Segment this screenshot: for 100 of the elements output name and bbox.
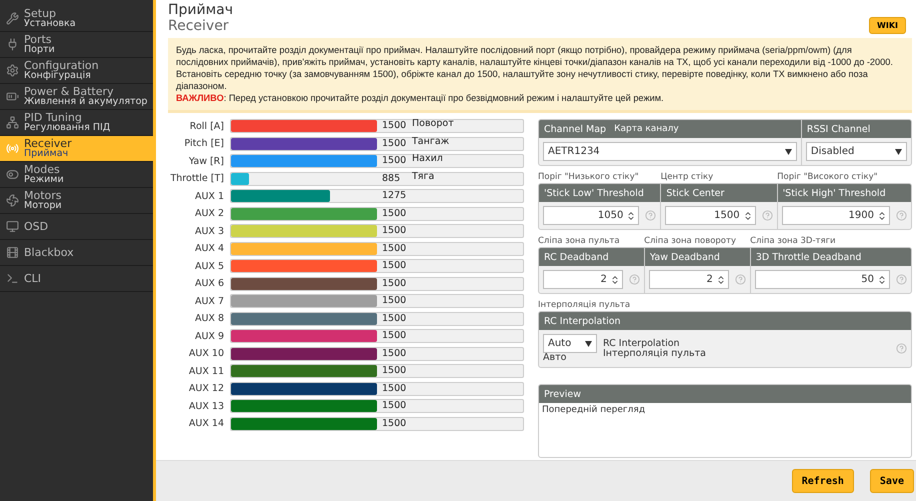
channel-value: 1500 [382,208,406,220]
channel-name: AUX 1 [194,190,224,202]
channel-name: AUX 3 [194,226,224,236]
channel-name: AUX 4 [194,243,224,254]
radio-icon [6,142,19,155]
column-header: RC Interpolation [539,312,911,330]
field-caption: Сліпа зона пульта [538,236,620,246]
column-header: RSSI Channel [802,120,911,138]
option-note: Інтерполяція пульта [603,348,707,358]
footer-button[interactable]: Save [870,469,914,493]
select-note: Авто [543,353,568,363]
interpolation-select[interactable]: Auto [543,334,597,353]
sidebar-item[interactable]: Power & Battery Живлення й акумулятор [0,84,153,110]
number-field[interactable]: 50 [754,270,890,289]
spinner-icon[interactable] [626,210,636,220]
field-caption: Поріг "Низького стіку" [538,172,639,182]
column-header: 3D Throttle Deadband [750,248,911,266]
channel-name: AUX 12 [188,383,224,394]
number-field[interactable]: 2 [543,270,623,289]
field-caption: Інтерполяція пульта [538,300,630,310]
number-field[interactable]: 1500 [665,206,756,225]
channel-name: AUX 5 [194,260,224,272]
monitor-icon [6,220,19,233]
spinner-icon[interactable] [716,274,726,284]
field-caption: Поріг "Високого стіку" [777,172,878,182]
channel-value: 1500 [382,295,406,307]
important-note: ВАЖЛИВО: Перед установкою прочитайте розділ документації про безвідмовний режим і налаштуйте цей режим. [176,92,665,104]
channel-name: AUX 13 [188,400,224,412]
footer-button[interactable]: Refresh [792,469,854,493]
channel-note: Тангаж [412,136,450,148]
option-label: RC Interpolation [603,338,681,348]
number-field[interactable]: 1900 [782,206,890,225]
settings-icon [6,64,19,77]
spinner-icon[interactable] [877,274,887,284]
channel-value: 1500 [382,312,406,324]
network-icon [6,116,19,129]
film-icon [6,246,19,259]
dropdown-caret-icon[interactable] [895,148,902,154]
channel-name: AUX 8 [194,313,224,324]
channel-value: 1500 [382,400,406,412]
rssi-select[interactable]: Disabled [806,142,907,161]
channel-value: 1500 [382,382,406,394]
wiki-button[interactable]: WIKI [869,17,906,34]
sidebar-item[interactable]: Motors Мотори [0,188,153,214]
channel-name: AUX 14 [188,418,224,429]
channel-value: 1500 [382,225,406,237]
toggle-icon [6,168,19,181]
channel-name: AUX 6 [194,278,224,289]
sidebar-item[interactable]: Modes Режими [0,162,153,188]
channel-name: AUX 10 [188,348,224,359]
channel-value: 1500 [382,155,406,167]
page-title: Приймач [168,2,234,18]
channel-note: Тяга [412,170,434,182]
wrench-icon [6,12,19,25]
channel-value: 885 [382,172,400,184]
column-header: Preview [539,385,911,403]
column-header: Stick Center [661,184,777,202]
notice-text: Будь ласка, прочитайте розділ документації про приймач. Налаштуйте послідовний порт (якщо потрібно), провайдера режиму приймача (seria/ppm/owm) (для послідовних приймачів), прив'яжіть приймач, установіть карту каналів, налаштуйте кінцеві точки/діапазон каналів на TX, щоб усі канали переходили від -1000 до -2000. Встановіть середню точку (за замовчуванням 1500), обріжте канал до 1500, налаштуйте зону нечутливості стику, перевірте поведінку, коли TX вимкнено або поза діапазоном. [176,44,894,92]
channel-value: 1500 [382,418,406,430]
column-header: Yaw Deadband [644,248,750,266]
sidebar-item[interactable]: Configuration Конфігурація [0,58,153,84]
spinner-icon[interactable] [742,210,753,220]
channel-value: 1500 [382,138,406,150]
preview-text: Попередній перегляд [541,404,646,417]
channel-value: 1500 [382,348,406,360]
number-field[interactable]: 2 [648,270,729,289]
number-field[interactable]: 1050 [543,206,640,225]
sidebar-item[interactable]: Receiver Приймач [0,136,153,162]
channel-note: Поворот [412,118,454,130]
sidebar-item[interactable]: Ports Порти [0,32,153,58]
sidebar-item[interactable]: PID Tuning Регулювання ПІД [0,110,153,136]
field-caption: Сліпа зона повороту [644,236,736,246]
channel-value: 1500 [382,120,406,132]
channel-name: AUX 2 [194,208,224,219]
channel-value: 1275 [382,190,406,202]
channel-note: Нахил [412,153,443,165]
channel-name: Throttle [T] [169,173,224,184]
channel-map-select[interactable]: AETR1234 [543,142,797,161]
channel-name: AUX 11 [188,366,224,376]
field-caption: Сліпа зона 3D-тяги [750,236,836,246]
channel-name: Roll [A] [188,120,224,132]
channel-value: 1500 [382,260,406,272]
channel-name: Yaw [R] [188,156,224,166]
column-header: 'Stick Low' Threshold [539,184,660,202]
dropdown-caret-icon[interactable] [784,148,792,154]
channel-name: AUX 9 [194,330,224,342]
channel-value: 1500 [382,365,406,377]
dropdown-caret-icon[interactable] [585,340,592,346]
channel-value: 1500 [382,242,406,254]
spinner-icon[interactable] [877,210,887,220]
channel-name: Pitch [E] [183,138,224,149]
battery-icon [6,90,19,103]
spinner-icon[interactable] [610,274,620,284]
sidebar-item[interactable]: Setup Установка [0,6,153,32]
channel-value: 1500 [382,278,406,290]
column-header: RC Deadband [539,248,644,266]
terminal-icon [6,272,19,285]
plug-icon [6,38,19,51]
page-subtitle: Receiver [168,18,230,34]
column-header: Channel Map Карта каналу [539,120,801,138]
